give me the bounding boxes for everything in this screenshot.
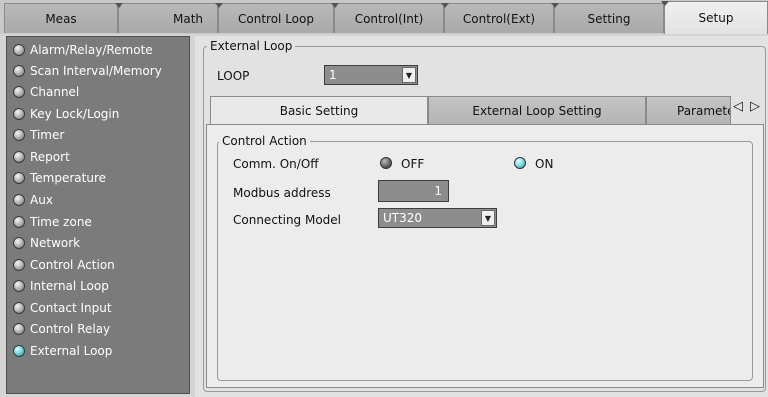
tab-label: Setup: [698, 11, 734, 25]
sidebar-item-label: Internal Loop: [30, 278, 109, 293]
sidebar-item-external-loop[interactable]: External Loop: [7, 340, 191, 361]
sidebar-item-contact-input[interactable]: Contact Input: [7, 297, 191, 318]
tab-parameter[interactable]: Paramete: [646, 96, 731, 124]
sidebar-item-control-action[interactable]: Control Action: [7, 254, 191, 275]
led-icon: [13, 215, 25, 228]
modbus-address-label: Modbus address: [233, 186, 331, 200]
sidebar: Alarm/Relay/Remote Scan Interval/Memory …: [6, 36, 190, 394]
basic-setting-panel: Control Action Comm. On/Off OFF ON Modbu…: [206, 124, 764, 388]
connecting-model-select[interactable]: UT320 ▼: [378, 208, 497, 228]
main-panel: External Loop LOOP 1 ▼ Basic Setting Ext…: [195, 36, 768, 397]
led-icon: [13, 301, 25, 314]
tab-notch-icon: [441, 3, 449, 8]
sidebar-item-time-zone[interactable]: Time zone: [7, 211, 191, 232]
radio-off-label: OFF: [401, 157, 425, 171]
sidebar-item-label: Timer: [30, 127, 65, 142]
connecting-model-label: Connecting Model: [233, 213, 342, 227]
chevron-down-icon[interactable]: ▼: [481, 210, 495, 226]
sidebar-item-label: Alarm/Relay/Remote: [30, 42, 153, 57]
sidebar-item-network[interactable]: Network: [7, 232, 191, 253]
sidebar-item-timer[interactable]: Timer: [7, 124, 191, 145]
sidebar-item-label: Control Action: [30, 257, 115, 272]
led-icon: [13, 344, 25, 357]
sidebar-item-report[interactable]: Report: [7, 146, 191, 167]
sidebar-item-label: Network: [30, 235, 81, 250]
tab-label: Paramete: [677, 103, 731, 118]
tab-label: Control(Int): [354, 11, 424, 26]
radio-on-label: ON: [535, 157, 554, 171]
tab-label: Basic Setting: [279, 104, 359, 118]
tab-label: Meas: [45, 11, 77, 26]
tab-external-loop-setting[interactable]: External Loop Setting: [428, 96, 646, 124]
control-action-title: Control Action: [219, 134, 310, 148]
sidebar-item-label: External Loop: [30, 343, 113, 358]
sidebar-item-key-lock-login[interactable]: Key Lock/Login: [7, 103, 191, 124]
tab-label: Control Loop: [238, 11, 314, 26]
sidebar-item-label: Temperature: [30, 170, 107, 185]
led-icon: [13, 64, 25, 77]
tab-label: Control(Ext): [462, 11, 536, 26]
radio-on-icon[interactable]: [514, 157, 526, 169]
radio-off-icon[interactable]: [380, 157, 392, 169]
sidebar-item-label: Time zone: [30, 214, 92, 229]
led-icon: [13, 171, 25, 184]
tab-meas[interactable]: Meas: [4, 3, 118, 33]
sidebar-item-temperature[interactable]: Temperature: [7, 167, 191, 188]
sidebar-item-control-relay[interactable]: Control Relay: [7, 318, 191, 339]
led-icon: [13, 150, 25, 163]
led-icon: [13, 193, 25, 206]
tab-notch-icon: [551, 3, 559, 8]
sidebar-item-label: Key Lock/Login: [30, 106, 120, 121]
sidebar-item-label: Contact Input: [30, 300, 112, 315]
sidebar-item-internal-loop[interactable]: Internal Loop: [7, 275, 191, 296]
led-icon: [13, 279, 25, 292]
loop-select-value: 1: [329, 68, 337, 82]
led-icon: [13, 128, 25, 141]
tab-control-loop[interactable]: Control Loop: [215, 3, 334, 33]
loop-select[interactable]: 1 ▼: [324, 65, 418, 85]
sidebar-item-alarm-relay-remote[interactable]: Alarm/Relay/Remote: [7, 39, 191, 60]
sidebar-item-aux[interactable]: Aux: [7, 189, 191, 210]
led-icon: [13, 85, 25, 98]
tab-setup[interactable]: Setup: [661, 1, 768, 34]
external-loop-group-title: External Loop: [207, 39, 296, 53]
tab-notch-icon: [215, 3, 223, 8]
led-icon: [13, 43, 25, 56]
tab-notch-icon: [661, 1, 669, 6]
led-icon: [13, 107, 25, 120]
scroll-right-icon[interactable]: ▷: [747, 96, 763, 116]
led-icon: [13, 258, 25, 271]
led-icon: [13, 322, 25, 335]
tab-label: Math: [172, 11, 204, 26]
led-icon: [13, 236, 25, 249]
chevron-down-icon[interactable]: ▼: [402, 67, 416, 83]
loop-label: LOOP: [217, 69, 250, 83]
sidebar-item-label: Channel: [30, 84, 80, 99]
sidebar-item-channel[interactable]: Channel: [7, 81, 191, 102]
modbus-address-field[interactable]: 1: [378, 180, 449, 202]
tab-control-ext[interactable]: Control(Ext): [441, 3, 554, 33]
tab-notch-icon: [331, 3, 339, 8]
tab-label: Setting: [587, 11, 631, 26]
tab-math[interactable]: Math: [115, 3, 218, 33]
tab-label: External Loop Setting: [472, 103, 602, 118]
top-tab-bar: Meas Math Control Loop Control(Int) Cont…: [0, 0, 768, 34]
control-action-group: [217, 141, 753, 381]
tab-control-int[interactable]: Control(Int): [331, 3, 444, 33]
scroll-left-icon[interactable]: ◁: [730, 96, 746, 116]
sidebar-item-label: Report: [30, 149, 70, 164]
tab-notch-icon: [115, 3, 123, 8]
tab-basic-setting[interactable]: Basic Setting: [210, 96, 428, 125]
tab-setting[interactable]: Setting: [551, 3, 664, 33]
connecting-model-value: UT320: [383, 211, 423, 225]
sidebar-item-scan-interval-memory[interactable]: Scan Interval/Memory: [7, 60, 191, 81]
sidebar-item-label: Scan Interval/Memory: [30, 63, 162, 78]
sidebar-item-label: Aux: [30, 192, 53, 207]
comm-on-off-label: Comm. On/Off: [233, 157, 319, 171]
sidebar-item-label: Control Relay: [30, 321, 111, 336]
